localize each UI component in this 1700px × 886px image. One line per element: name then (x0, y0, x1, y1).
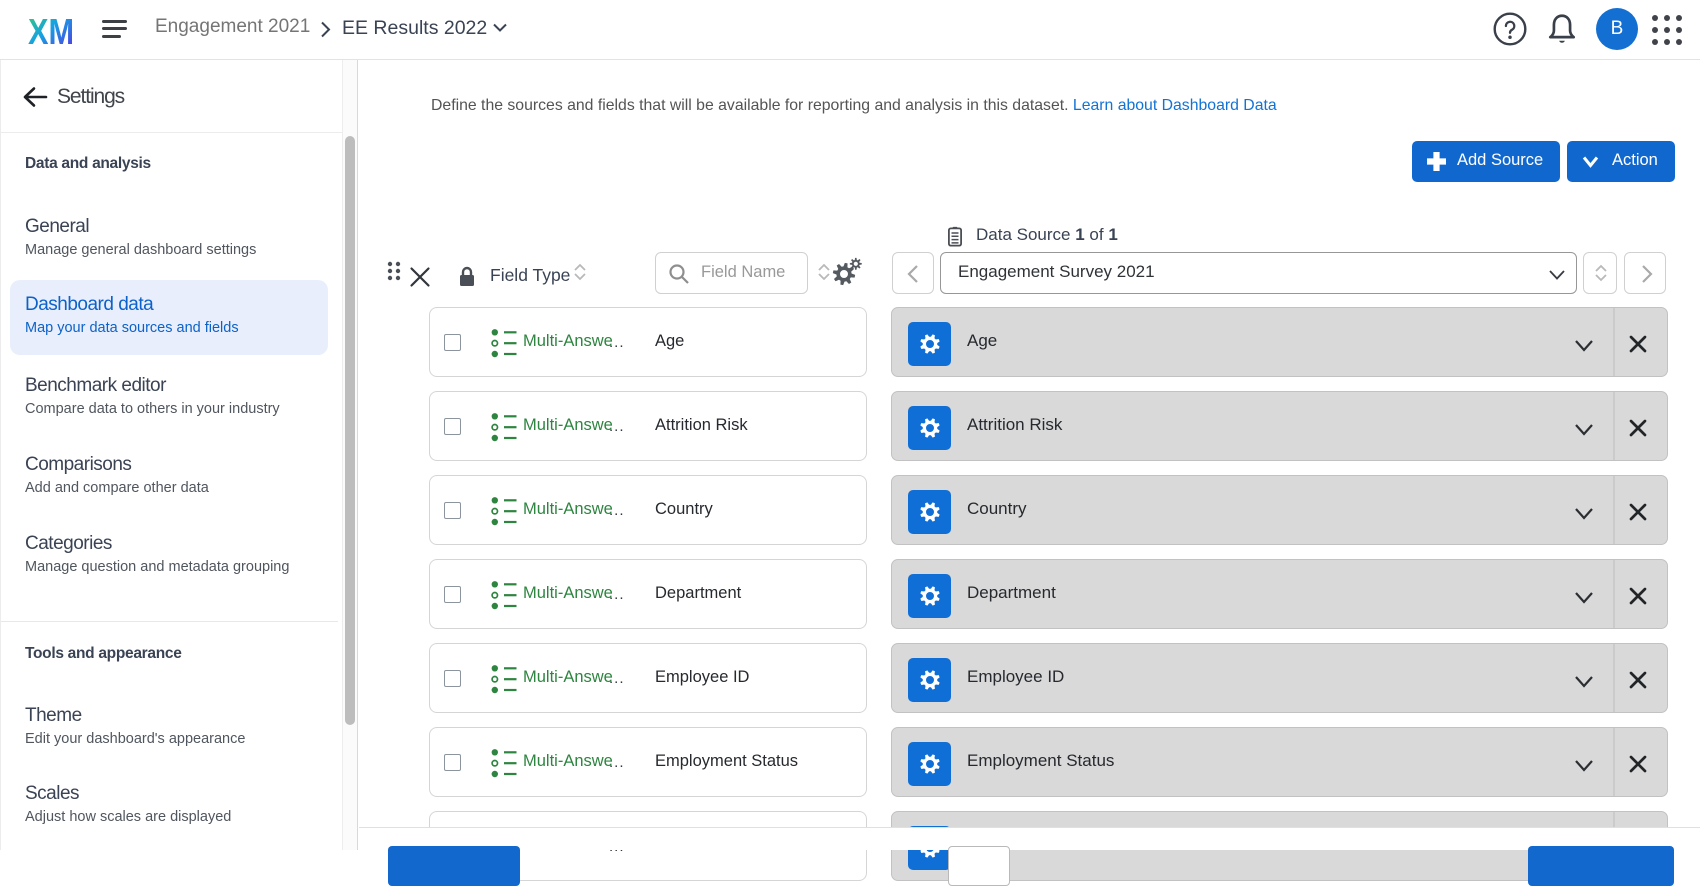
svg-text:XM: XM (28, 13, 74, 49)
